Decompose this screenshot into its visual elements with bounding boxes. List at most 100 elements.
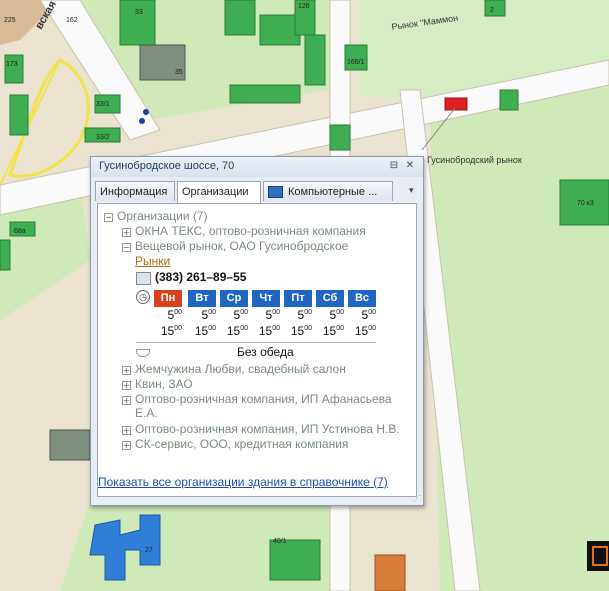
- resize-grip-icon[interactable]: ⋰: [413, 494, 421, 503]
- building: [4, 54, 24, 84]
- time-minutes: 00: [368, 325, 376, 332]
- time-minutes: 00: [336, 325, 344, 332]
- collapse-icon[interactable]: −: [104, 213, 113, 222]
- lunch-status: Без обеда: [237, 345, 294, 359]
- time-minutes: 00: [208, 309, 216, 316]
- market-label-right: Гусинобродский рынок: [427, 155, 522, 165]
- org-item[interactable]: Оптово-розничная компания, ИП Устинова Н…: [135, 422, 400, 436]
- open-time: 500: [314, 308, 344, 322]
- node: [139, 118, 145, 124]
- building-number: 126: [298, 3, 310, 10]
- expand-icon[interactable]: +: [122, 441, 131, 450]
- building-number: 35: [175, 69, 183, 76]
- building-number: 33/1: [96, 101, 110, 108]
- time-minutes: 00: [272, 309, 280, 316]
- close-time: 1500: [186, 324, 216, 338]
- tab-organizations[interactable]: Организации: [177, 181, 261, 203]
- org-item-selected[interactable]: Вещевой рынок, ОАО Гусинобродское: [135, 239, 348, 253]
- open-time: 500: [186, 308, 216, 322]
- selected-building-marker[interactable]: [444, 97, 468, 111]
- open-time: 500: [152, 308, 182, 322]
- org-item[interactable]: СК-сервис, ООО, кредитная компания: [135, 437, 348, 451]
- lunch-icon: [136, 349, 150, 357]
- building: [484, 0, 506, 17]
- building-popup: Гусинобродское шоссе, 70 ⊟ ✕ Информация …: [90, 156, 424, 506]
- building-number: 40/1: [273, 538, 287, 545]
- tab-computer[interactable]: Компьютерные ...: [263, 181, 393, 201]
- collapse-icon[interactable]: −: [122, 243, 131, 252]
- building-number: 225: [4, 17, 16, 24]
- popup-titlebar[interactable]: Гусинобродское шоссе, 70 ⊟ ✕: [91, 157, 423, 177]
- time-hours: 15: [354, 324, 369, 338]
- time-hours: 15: [258, 324, 273, 338]
- expand-icon[interactable]: +: [122, 228, 131, 237]
- building: [329, 124, 351, 151]
- building: [374, 554, 406, 591]
- popup-tabs: Информация Организации Компьютерные ... …: [95, 181, 419, 203]
- time-minutes: 00: [304, 309, 312, 316]
- node: [143, 109, 149, 115]
- day-sat: Сб: [316, 290, 344, 307]
- org-tree-root[interactable]: Организации (7): [117, 209, 208, 223]
- expand-icon[interactable]: +: [122, 366, 131, 375]
- building-number: 33: [135, 9, 143, 16]
- day-fri: Пт: [284, 290, 312, 307]
- building: [499, 89, 519, 111]
- link-count: (7): [373, 475, 388, 489]
- close-icon[interactable]: ✕: [405, 161, 415, 171]
- org-item[interactable]: ОКНА ТЕКС, оптово-розничная компания: [135, 224, 366, 238]
- building: [304, 34, 326, 86]
- time-minutes: 00: [240, 309, 248, 316]
- close-time: 1500: [250, 324, 280, 338]
- open-time: 500: [218, 308, 248, 322]
- show-all-orgs-link[interactable]: Показать все организации здания в справо…: [98, 475, 388, 489]
- close-time: 1500: [152, 324, 182, 338]
- building-number: 27: [145, 547, 153, 554]
- expand-icon[interactable]: +: [122, 396, 131, 405]
- building-number: 173: [6, 61, 18, 68]
- building: [224, 0, 256, 36]
- close-time: 1500: [314, 324, 344, 338]
- day-thu: Чт: [252, 290, 280, 307]
- building: [49, 429, 91, 461]
- day-wed: Ср: [220, 290, 248, 307]
- building: [259, 14, 301, 46]
- time-hours: 15: [194, 324, 209, 338]
- building-number: 2: [490, 7, 494, 14]
- building-number: 68а: [14, 228, 26, 235]
- time-hours: 15: [322, 324, 337, 338]
- tab-computer-label: Компьютерные ...: [288, 186, 378, 198]
- time-minutes: 00: [208, 325, 216, 332]
- time-minutes: 00: [240, 325, 248, 332]
- link-text: Показать все организации здания в справо…: [98, 475, 370, 489]
- category-link[interactable]: Рынки: [135, 254, 170, 268]
- tab-info[interactable]: Информация: [95, 181, 175, 201]
- corner-logo-icon[interactable]: [587, 541, 609, 571]
- org-item-cont[interactable]: Е.А.: [135, 406, 158, 420]
- time-minutes: 00: [336, 309, 344, 316]
- expand-icon[interactable]: +: [122, 381, 131, 390]
- building: [9, 94, 29, 136]
- open-time: 500: [250, 308, 280, 322]
- org-item[interactable]: Жемчужина Любви, свадебный салон: [135, 362, 346, 376]
- close-time: 1500: [346, 324, 376, 338]
- building: [269, 539, 321, 581]
- expand-icon[interactable]: +: [122, 426, 131, 435]
- organizations-panel: − Организации (7) + ОКНА ТЕКС, оптово-ро…: [97, 203, 417, 497]
- pin-icon[interactable]: ⊟: [389, 161, 399, 171]
- building-number: 70 к3: [577, 200, 594, 207]
- close-time: 1500: [218, 324, 248, 338]
- day-tue: Вт: [188, 290, 216, 307]
- popup-title: Гусинобродское шоссе, 70: [99, 160, 235, 172]
- computer-icon: [268, 186, 283, 198]
- clock-icon: ◷: [136, 290, 150, 304]
- org-item[interactable]: Оптово-розничная компания, ИП Афанасьева: [135, 392, 392, 406]
- day-mon: Пн: [154, 290, 182, 307]
- building: [229, 84, 301, 104]
- time-minutes: 00: [368, 309, 376, 316]
- org-item[interactable]: Квин, ЗАО: [135, 377, 193, 391]
- root-label: Организации: [117, 209, 190, 223]
- phone-icon: [136, 272, 151, 285]
- tabs-dropdown-icon[interactable]: ▾: [409, 185, 414, 196]
- day-sun: Вс: [348, 290, 376, 307]
